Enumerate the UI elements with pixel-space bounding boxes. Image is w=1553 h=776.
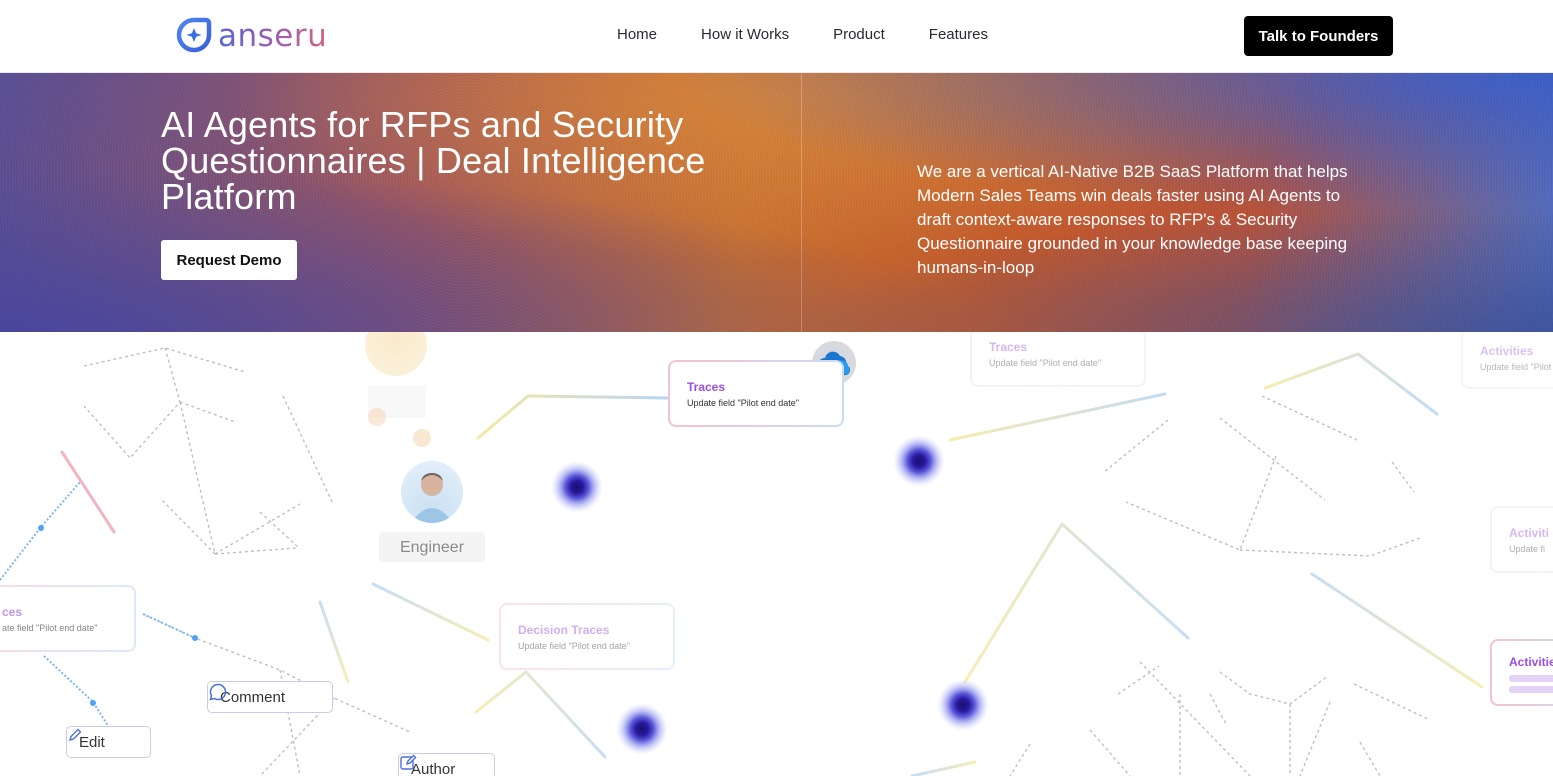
brand-logo[interactable]: anseru	[176, 17, 327, 55]
comment-pill[interactable]: Comment	[207, 681, 333, 713]
traces-faded-title: Traces	[989, 340, 1028, 354]
activities-card-mid[interactable]: Activiti Update fi	[1490, 506, 1553, 573]
author-pill[interactable]: Author	[398, 753, 495, 776]
hero-description: We are a vertical AI-Native B2B SaaS Pla…	[917, 162, 1348, 277]
decision-traces-title: Decision Traces	[518, 623, 610, 637]
comment-icon	[209, 683, 227, 701]
activities-mid-subtitle: Update fi	[1509, 544, 1546, 554]
nav-link-features[interactable]: Features	[929, 26, 988, 43]
top-nav: anseru Home How it Works Product Feature…	[0, 0, 1553, 73]
person-icon	[411, 473, 453, 523]
activities-bar-2	[1509, 686, 1553, 693]
left-traces-card[interactable]: ces ate field "Pilot end date"	[0, 585, 136, 652]
hero-divider	[801, 73, 802, 332]
left-card-subtitle: ate field "Pilot end date"	[2, 623, 98, 633]
comment-label: Comment	[220, 688, 286, 706]
talk-to-founders-button[interactable]: Talk to Founders	[1244, 16, 1393, 56]
nav-link-product[interactable]: Product	[833, 26, 885, 43]
author-label: Author	[411, 760, 456, 776]
agent-nodes	[551, 435, 989, 755]
traces-card-subtitle: Update field "Pilot end date"	[687, 398, 799, 408]
activities-card-top[interactable]: Activities Update field "Pilot e	[1461, 332, 1553, 389]
decision-traces-subtitle: Update field "Pilot end date"	[518, 641, 630, 651]
hero-title: AI Agents for RFPs and Security Question…	[161, 104, 706, 217]
engineer-label: Engineer	[379, 532, 485, 562]
activities-bottom-title: Activitie	[1509, 655, 1553, 669]
nav-link-home[interactable]: Home	[617, 26, 657, 43]
avatar-small-1	[368, 408, 386, 426]
activities-bar-1	[1509, 675, 1553, 682]
activities-card-bottom[interactable]: Activitie	[1490, 639, 1553, 706]
left-card-title: ces	[2, 605, 23, 619]
decision-traces-card[interactable]: Decision Traces Update field "Pilot end …	[499, 603, 675, 670]
logo-wordmark: anseru	[218, 18, 328, 54]
avatar-small-2	[413, 429, 431, 447]
engineer-avatar	[401, 461, 463, 523]
activities-top-title: Activities	[1480, 344, 1534, 358]
logo-icon	[176, 17, 212, 53]
traces-card-faded[interactable]: Traces Update field "Pilot end date"	[970, 332, 1146, 387]
activities-top-subtitle: Update field "Pilot e	[1480, 362, 1553, 372]
request-demo-button[interactable]: Request Demo	[161, 240, 297, 280]
traces-faded-subtitle: Update field "Pilot end date"	[989, 358, 1101, 368]
agent-network-diagram: Engineer Traces Update field "Pilot end …	[0, 332, 1553, 776]
nav-link-how-it-works[interactable]: How it Works	[701, 26, 789, 43]
nav-links: Home How it Works Product Features	[617, 26, 988, 43]
edit-pill[interactable]: Edit	[66, 726, 151, 758]
pencil-icon	[68, 728, 82, 742]
hero-banner: AI Agents for RFPs and Security Question…	[0, 73, 1553, 332]
traces-card[interactable]: Traces Update field "Pilot end date"	[668, 360, 844, 427]
activities-mid-title: Activiti	[1509, 526, 1550, 540]
edit-square-icon	[400, 754, 417, 770]
traces-card-title: Traces	[687, 380, 726, 394]
